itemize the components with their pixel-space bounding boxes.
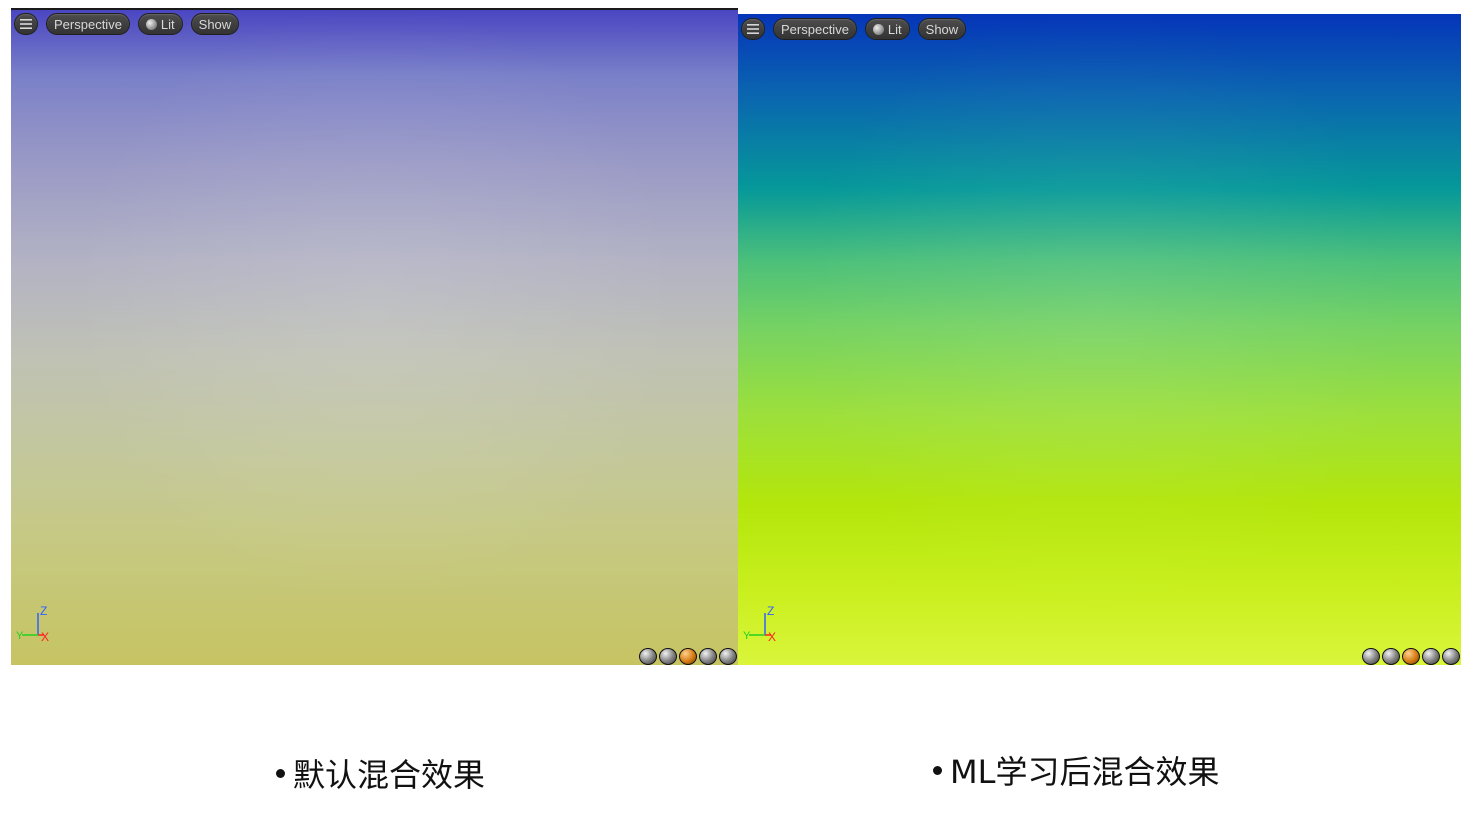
show-label: Show	[925, 21, 959, 37]
lit-mode-icon	[145, 18, 157, 30]
view-sphere-icon[interactable]	[1382, 648, 1400, 665]
axis-x-label: X	[768, 630, 776, 643]
show-label: Show	[198, 16, 232, 32]
perspective-label: Perspective	[781, 21, 849, 37]
caption-default-blend: 默认混合效果	[276, 750, 485, 796]
view-plane-icon[interactable]	[1402, 648, 1420, 665]
axis-y-label: Y	[743, 630, 751, 642]
view-plane-icon[interactable]	[679, 648, 697, 665]
caption-ml-blend: ML学习后混合效果	[933, 747, 1219, 793]
viewport-menu-button[interactable]	[741, 18, 765, 40]
viewport-menu-button[interactable]	[14, 13, 38, 35]
viewport-default-blend[interactable]: Perspective Lit Show Z Y X	[11, 8, 738, 665]
axis-gizmo: Z Y X	[16, 604, 49, 643]
viewport-toolbar: Perspective Lit Show	[14, 13, 240, 35]
show-button[interactable]: Show	[190, 13, 240, 35]
perspective-label: Perspective	[54, 16, 122, 32]
lit-label: Lit	[160, 16, 175, 32]
axis-gizmo: Z Y X	[743, 604, 776, 643]
viewport-toolbar: Perspective Lit Show	[741, 18, 967, 40]
view-teapot-icon[interactable]	[1442, 648, 1460, 665]
bullet-icon	[276, 768, 285, 778]
viewport-ml-blend[interactable]: Perspective Lit Show Z Y X	[738, 14, 1461, 665]
lit-button[interactable]: Lit	[864, 18, 910, 40]
show-button[interactable]: Show	[917, 18, 967, 40]
view-teapot-icon[interactable]	[719, 648, 737, 665]
bullet-icon	[933, 765, 942, 775]
axis-x-label: X	[41, 630, 49, 643]
view-sphere-icon[interactable]	[659, 648, 677, 665]
view-gizmo-bar	[1362, 648, 1460, 665]
lit-button[interactable]: Lit	[137, 13, 183, 35]
axis-y-label: Y	[16, 630, 24, 642]
view-cube-icon[interactable]	[1422, 648, 1440, 665]
axis-z-label: Z	[767, 604, 774, 618]
caption-text: ML学习后混合效果	[950, 753, 1220, 791]
view-cylinder-icon[interactable]	[639, 648, 657, 665]
perspective-button[interactable]: Perspective	[773, 18, 857, 40]
hamburger-icon	[20, 19, 32, 29]
lit-mode-icon	[872, 23, 884, 35]
hamburger-icon	[747, 24, 759, 34]
view-cube-icon[interactable]	[699, 648, 717, 665]
perspective-button[interactable]: Perspective	[46, 13, 130, 35]
caption-text: 默认混合效果	[293, 756, 486, 794]
axis-z-label: Z	[40, 604, 47, 618]
lit-label: Lit	[887, 21, 902, 37]
view-gizmo-bar	[639, 648, 737, 665]
view-cylinder-icon[interactable]	[1362, 648, 1380, 665]
